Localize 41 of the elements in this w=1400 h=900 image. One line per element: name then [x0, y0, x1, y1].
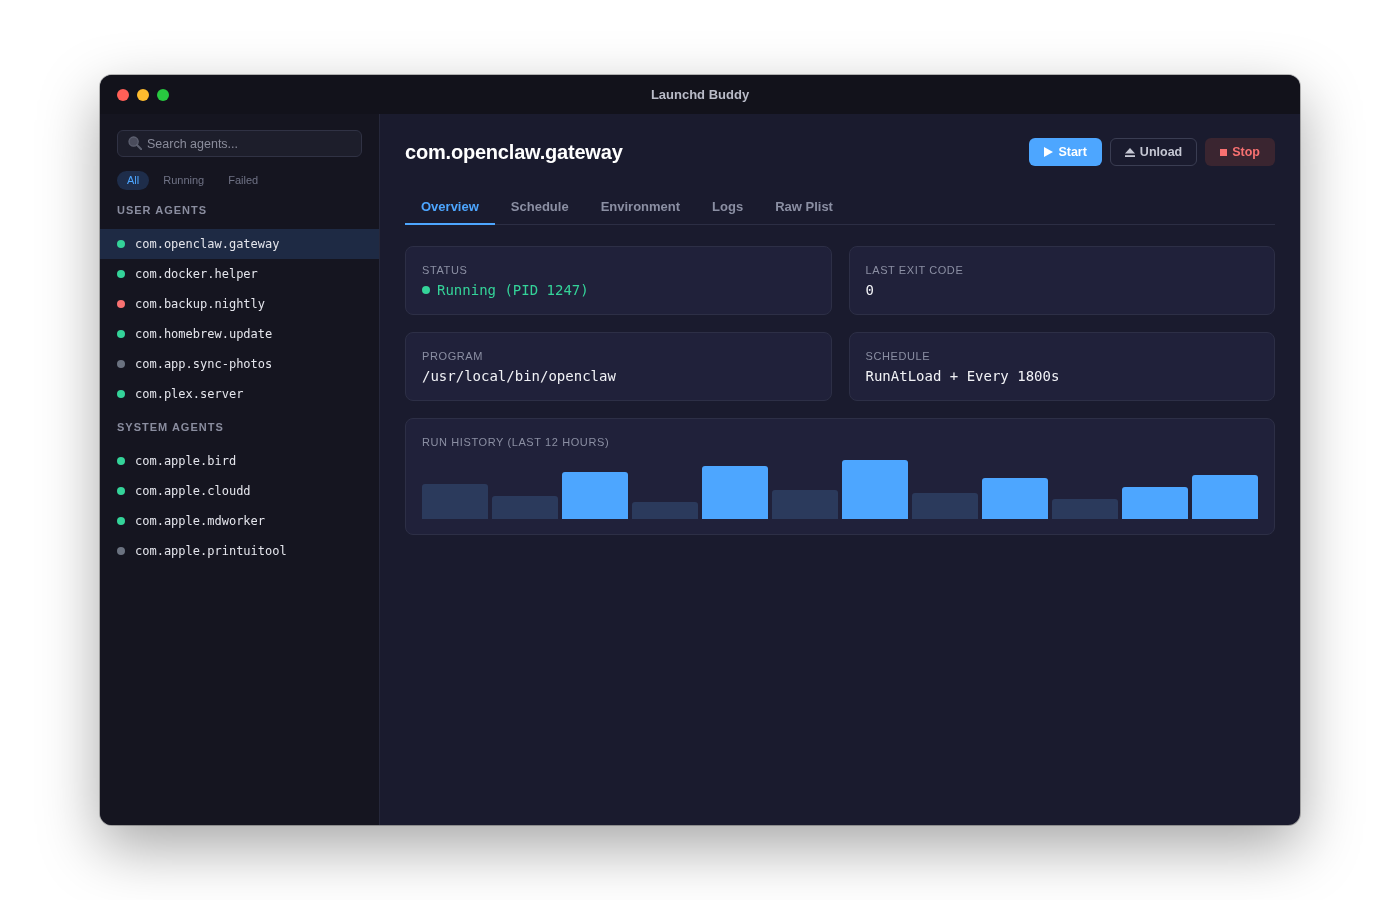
agent-list-item[interactable]: com.apple.mdworker	[100, 506, 379, 536]
tab[interactable]: Raw Plist	[759, 190, 849, 225]
agent-list-item[interactable]: com.apple.printuitool	[100, 536, 379, 566]
section-header: SYSTEM AGENTS	[116, 421, 225, 434]
tab[interactable]: Overview	[405, 190, 495, 225]
agent-list-item[interactable]: com.apple.bird	[100, 446, 379, 476]
card-value: RunAtLoad + Every 1800s	[865, 367, 1061, 385]
unload-button[interactable]: Unload	[1109, 138, 1198, 166]
agent-list-item[interactable]: com.homebrew.update	[100, 319, 379, 349]
card-label: STATUS	[422, 263, 469, 277]
card-value: 0	[865, 281, 875, 299]
stop-icon	[1220, 148, 1228, 156]
agent-list-item[interactable]: com.plex.server	[100, 379, 379, 409]
tab[interactable]: Schedule	[494, 190, 585, 225]
card-label: LAST EXIT CODE	[865, 263, 965, 277]
agent-list-item[interactable]: com.backup.nightly	[100, 289, 379, 319]
search-icon	[128, 136, 142, 150]
card-value: /usr/local/bin/openclaw	[422, 367, 617, 385]
card-label: PROGRAM	[422, 349, 485, 363]
tab[interactable]: Logs	[696, 190, 760, 225]
agent-list-item[interactable]: com.openclaw.gateway	[100, 229, 379, 259]
filter-tab[interactable]: All	[117, 171, 150, 190]
agent-list-item[interactable]: com.docker.helper	[100, 259, 379, 289]
status-value: Running (PID 1247)	[437, 281, 589, 299]
agent-title: com.openclaw.gateway	[405, 140, 623, 164]
section-header: USER AGENTS	[116, 204, 209, 217]
card-label: SCHEDULE	[865, 349, 932, 363]
filter-tab[interactable]: Failed	[218, 171, 269, 190]
window-close-button[interactable]	[117, 88, 129, 101]
search-field[interactable]: Search agents...	[117, 130, 362, 157]
agent-list-item[interactable]: com.apple.cloudd	[100, 476, 379, 506]
window-minimize-button[interactable]	[137, 88, 149, 101]
agent-list-item[interactable]: com.app.sync-photos	[100, 349, 379, 379]
play-icon	[1044, 147, 1054, 157]
tab[interactable]: Environment	[584, 190, 697, 225]
filter-tab[interactable]: Running	[153, 171, 215, 190]
eject-icon	[1124, 147, 1135, 157]
stop-button[interactable]: Stop	[1205, 138, 1275, 166]
window-title: Launchd Buddy	[650, 85, 750, 104]
card-label: RUN HISTORY (LAST 12 HOURS)	[422, 435, 611, 449]
window-zoom-button[interactable]	[157, 88, 169, 101]
